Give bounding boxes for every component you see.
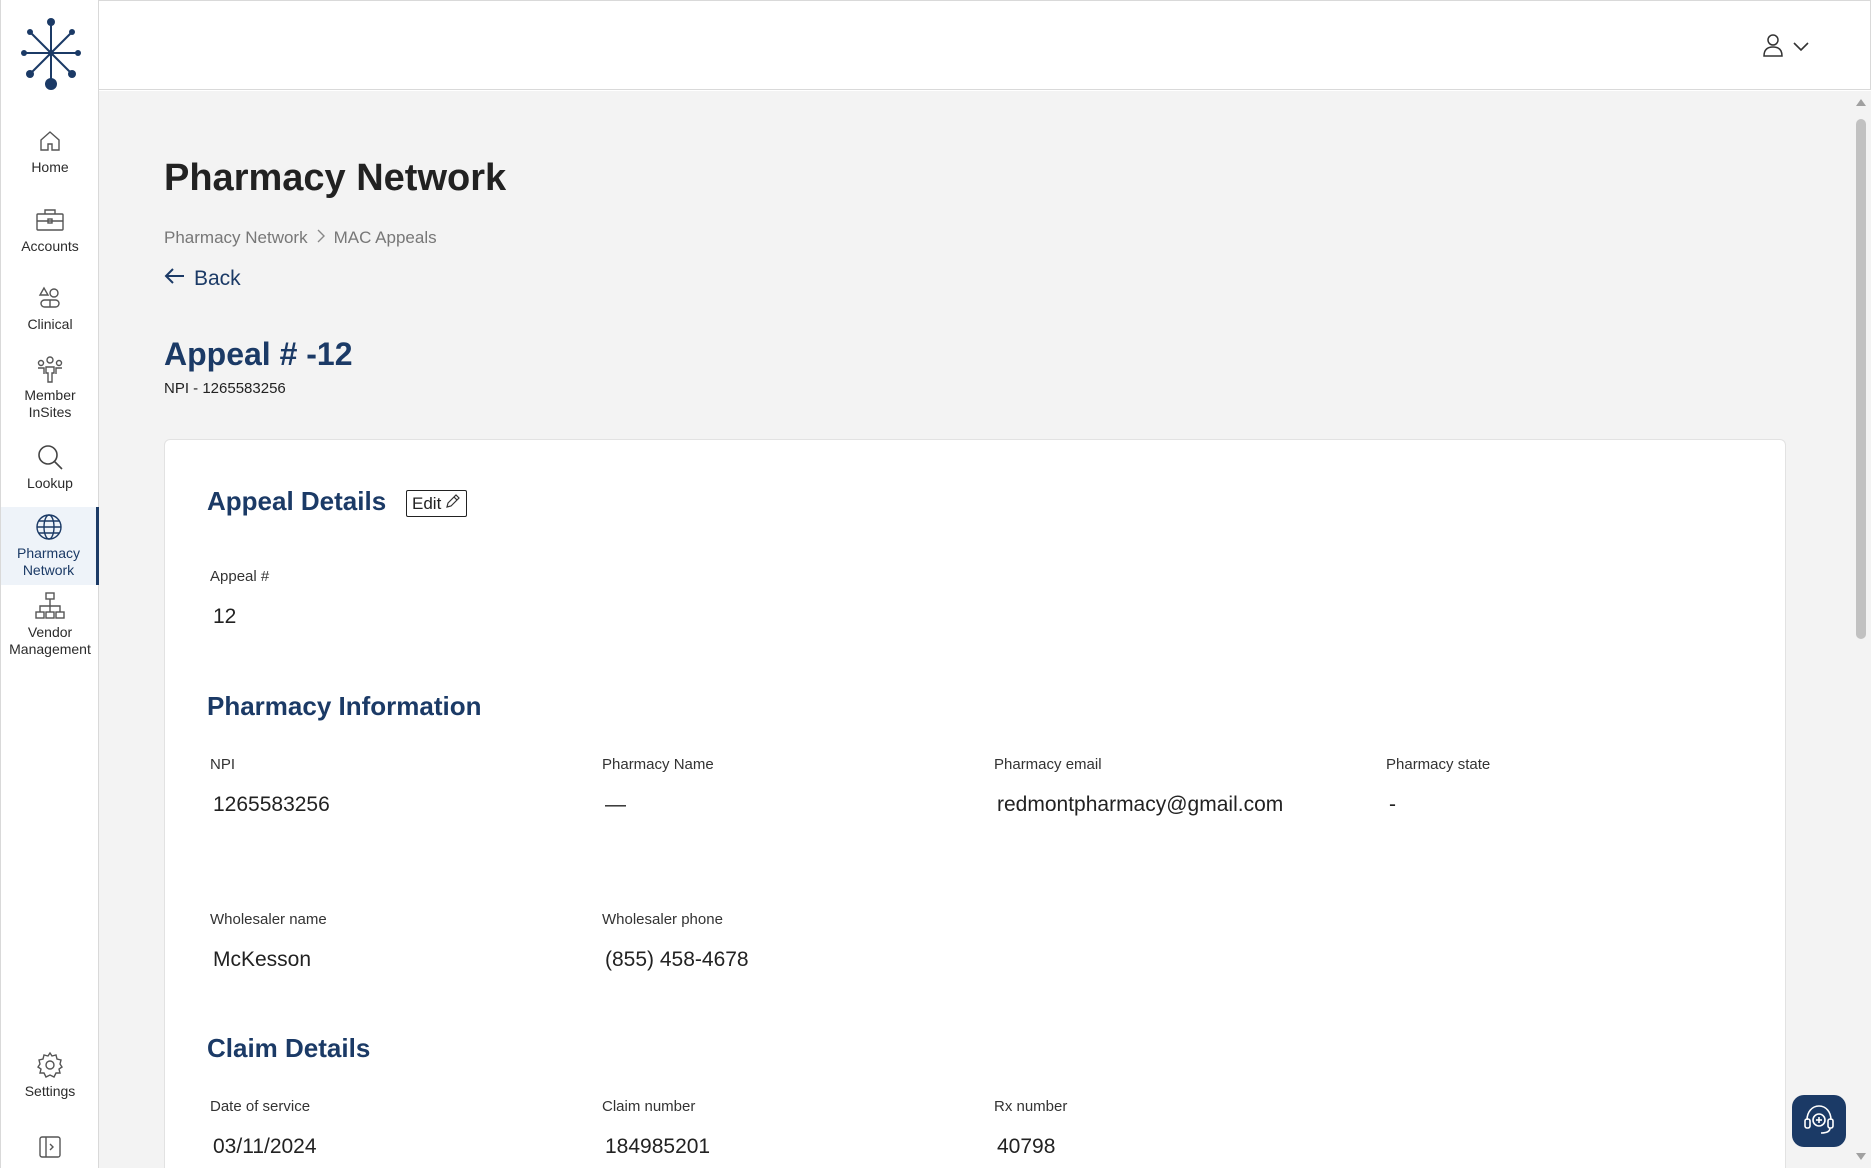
briefcase-icon (35, 205, 65, 235)
field-label: Wholesaler name (210, 911, 327, 928)
sidebar-item-label: Settings (24, 1083, 76, 1099)
gear-icon (35, 1050, 65, 1080)
chevron-right-icon (316, 228, 326, 248)
field-label: Wholesaler phone (602, 911, 723, 928)
field-label: Pharmacy state (1386, 756, 1491, 773)
people-icon (35, 354, 65, 384)
clinical-icon (35, 283, 65, 313)
back-button[interactable]: Back (164, 267, 241, 291)
field-value: redmontpharmacy@gmail.com (997, 793, 1284, 816)
arrow-left-icon (164, 267, 186, 291)
support-chat-button[interactable] (1792, 1095, 1846, 1147)
vertical-scrollbar[interactable] (1851, 91, 1871, 1168)
breadcrumb: Pharmacy Network MAC Appeals (164, 228, 437, 248)
sidebar-item-accounts[interactable]: Accounts (1, 205, 99, 255)
main-content: Pharmacy Network Pharmacy Network MAC Ap… (99, 91, 1851, 1168)
appeal-details-title: Appeal Details (207, 486, 387, 516)
claim-details-title: Claim Details (207, 1033, 371, 1063)
field-label: Pharmacy Name (602, 756, 714, 773)
chevron-down-icon (1792, 39, 1810, 57)
app-logo[interactable] (19, 16, 83, 90)
pencil-icon (445, 493, 461, 514)
edit-label: Edit (412, 493, 442, 513)
field-value: 03/11/2024 (213, 1135, 317, 1158)
field-wholesaler-phone: Wholesaler phone (855) 458-4678 (602, 911, 749, 972)
sidebar-toggle-icon (35, 1132, 65, 1162)
user-menu[interactable] (1762, 33, 1810, 62)
field-value: - (1389, 793, 1396, 816)
appeal-title: Appeal # -12 (164, 336, 353, 372)
field-label: Rx number (994, 1098, 1068, 1115)
field-wholesaler-name: Wholesaler name McKesson (210, 911, 327, 972)
scroll-thumb[interactable] (1856, 119, 1866, 639)
field-value: (855) 458-4678 (605, 948, 749, 971)
sidebar-item-label: Home (31, 159, 69, 175)
globe-icon (34, 512, 64, 542)
page-title: Pharmacy Network (164, 157, 507, 199)
back-label: Back (194, 267, 241, 290)
appeal-npi: NPI - 1265583256 (164, 380, 286, 397)
sidebar-item-home[interactable]: Home (1, 126, 99, 176)
field-appeal-number: Appeal # 12 (210, 568, 269, 629)
breadcrumb-item-pharmacy-network[interactable]: Pharmacy Network (164, 228, 308, 248)
field-pharmacy-name: Pharmacy Name — (602, 756, 714, 817)
sidebar-item-label: Vendor Management (9, 624, 91, 657)
field-rx-number: Rx number 40798 (994, 1098, 1067, 1159)
collapse-sidebar-button[interactable] (1, 1132, 99, 1162)
sidebar-item-label: Member InSites (24, 387, 76, 420)
sidebar-item-member-insites[interactable]: Member InSites (1, 354, 99, 421)
sidebar-item-label: Lookup (27, 475, 73, 491)
search-icon (35, 442, 65, 472)
pharmacy-information-title: Pharmacy Information (207, 691, 482, 721)
sidebar-item-clinical[interactable]: Clinical (1, 283, 99, 333)
user-icon (1762, 33, 1784, 62)
sidebar-item-label: Pharmacy Network (16, 545, 81, 578)
org-chart-icon (35, 591, 65, 621)
sidebar-item-lookup[interactable]: Lookup (1, 442, 99, 492)
field-value: McKesson (213, 948, 312, 971)
field-pharmacy-state: Pharmacy state - (1386, 756, 1490, 817)
field-label: Claim number (602, 1098, 696, 1115)
field-label: Date of service (210, 1098, 311, 1115)
sidebar: Home Accounts Clinical Member InSites Lo (0, 0, 99, 1168)
home-icon (35, 126, 65, 156)
field-value: 40798 (997, 1135, 1056, 1158)
sidebar-item-label: Accounts (21, 238, 79, 254)
field-value: 184985201 (605, 1135, 711, 1158)
sidebar-item-settings[interactable]: Settings (1, 1050, 99, 1100)
sidebar-item-pharmacy-network[interactable]: Pharmacy Network (1, 507, 99, 585)
sidebar-item-vendor-management[interactable]: Vendor Management (1, 591, 99, 658)
sidebar-item-label: Clinical (27, 316, 73, 332)
field-date-of-service: Date of service 03/11/2024 (210, 1098, 317, 1159)
field-value: 1265583256 (213, 793, 330, 816)
edit-button[interactable]: Edit (406, 490, 468, 517)
field-label: Appeal # (210, 568, 270, 585)
scroll-down-icon[interactable] (1856, 1153, 1866, 1160)
field-claim-number: Claim number 184985201 (602, 1098, 710, 1159)
field-value: — (605, 793, 626, 816)
field-value: 12 (213, 605, 237, 628)
scroll-up-icon[interactable] (1856, 99, 1866, 106)
headset-icon (1802, 1102, 1836, 1141)
top-bar (99, 0, 1871, 90)
field-label: NPI (210, 756, 236, 773)
appeal-card: Appeal Details Edit Appeal # 12 Pharmacy… (164, 439, 1786, 1168)
field-label: Pharmacy email (994, 756, 1102, 773)
breadcrumb-item-mac-appeals: MAC Appeals (333, 228, 437, 247)
field-npi: NPI 1265583256 (210, 756, 330, 817)
app-root: Home Accounts Clinical Member InSites Lo (0, 0, 1871, 1168)
field-pharmacy-email: Pharmacy email redmontpharmacy@gmail.com (994, 756, 1283, 817)
